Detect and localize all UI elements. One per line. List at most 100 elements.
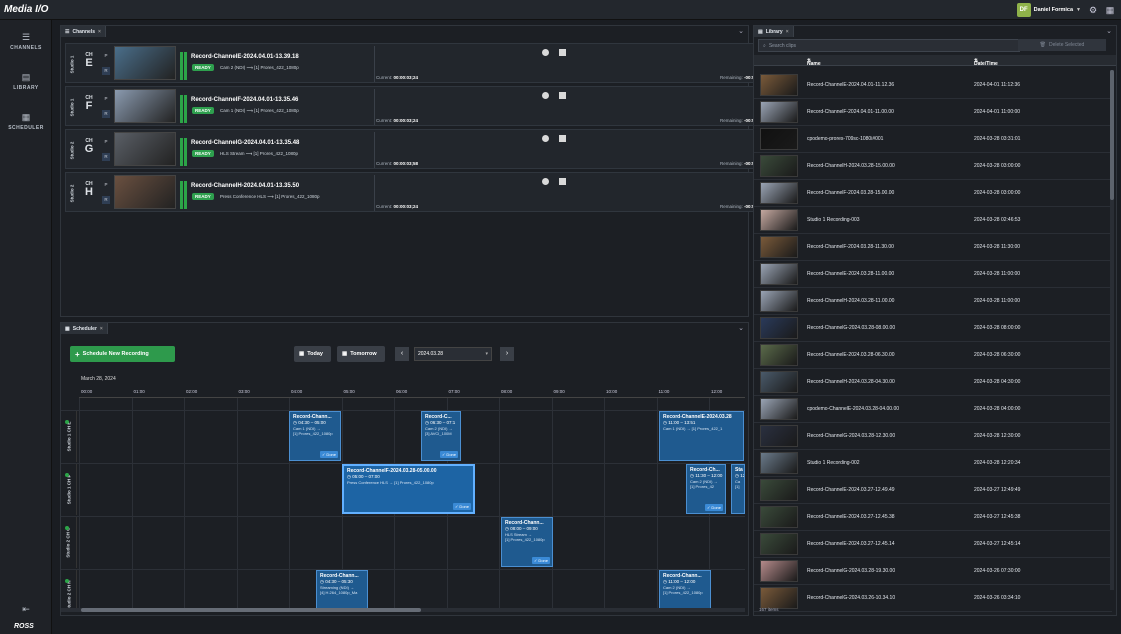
library-row[interactable]: Record-ChannelH-2024.03.28-11.00.00 2024… [754, 288, 1112, 315]
scheduled-recording[interactable]: Record-Ch... ◷ 11:30 – 12:00 Cam 2 (NDI)… [686, 464, 726, 514]
button-label: Tomorrow [350, 351, 377, 357]
clip-thumbnail [760, 209, 798, 231]
scrollbar-thumb[interactable] [1110, 70, 1114, 200]
hour-label: 10:00 [606, 389, 618, 394]
record-icon[interactable] [542, 178, 549, 185]
col-date[interactable]: Date/Time ⇅ [974, 58, 998, 67]
library-row[interactable]: Record-ChannelE-2024.03.27-12.45.38 2024… [754, 504, 1112, 531]
library-row[interactable]: Record-ChannelH-2024.03.28-15.00.00 2024… [754, 153, 1112, 180]
scheduled-recording[interactable]: Record-ChannelF-2024.03.28-05.00.00 ◷ 05… [342, 464, 475, 514]
library-row[interactable]: Record-ChannelF-2024.03.28-11.30.00 2024… [754, 234, 1112, 261]
library-row[interactable]: Record-ChannelG-2024.03.26-10.34.10 2024… [754, 585, 1112, 612]
close-icon[interactable]: × [786, 29, 789, 35]
library-row[interactable]: Record-ChannelG-2024.03.28-08.00.00 2024… [754, 315, 1112, 342]
prev-day-button[interactable]: ‹ [395, 347, 409, 361]
preview-toggle[interactable]: P [102, 138, 110, 146]
scheduled-recording[interactable]: Record-Chann... ◷ 04:30 – 05:00 Cam 1 (N… [289, 411, 341, 461]
record-icon[interactable] [542, 92, 549, 99]
close-icon[interactable]: × [98, 29, 101, 35]
hour-label: 12:00 [711, 389, 723, 394]
library-row[interactable]: Record-ChannelE-2024.03.27-12.49.49 2024… [754, 477, 1112, 504]
scheduled-recording[interactable]: Record-ChannelE-2024.03.28 ◷ 11:00 – 13:… [659, 411, 744, 461]
record-icon[interactable] [542, 49, 549, 56]
library-row[interactable]: cpodemo-prores-709sc-1080i#001 2024-03-2… [754, 126, 1112, 153]
audio-meter [180, 52, 183, 80]
library-row[interactable]: Record-ChannelF-2024.03.28-15.00.00 2024… [754, 180, 1112, 207]
search-input[interactable]: ⌕ Search clips [758, 39, 1020, 52]
clip-date: 2024-03-28 12:20:34 [974, 460, 1021, 466]
stop-icon[interactable] [559, 92, 566, 99]
button-label: Schedule New Recording [82, 351, 149, 357]
record-toggle[interactable]: R [102, 67, 110, 75]
row-divider [61, 410, 745, 411]
user-menu[interactable]: DF Daniel Formica ▼ [1016, 3, 1081, 17]
clock-icon: ◷ [663, 579, 667, 584]
tomorrow-button[interactable]: ▦ Tomorrow [337, 346, 385, 362]
tab-channels[interactable]: ☰ Channels × [61, 26, 106, 37]
delete-selected-button[interactable]: 🗑 Delete Selected [1018, 39, 1106, 51]
library-row[interactable]: Record-ChannelH-2024.03.28-04.30.00 2024… [754, 369, 1112, 396]
date-picker[interactable]: 2024.03.28 ▾ [414, 347, 492, 361]
layout-grid-icon[interactable]: ▦ [1104, 4, 1116, 16]
event-dest: [1] Prores_422_1080p [505, 537, 545, 542]
library-row[interactable]: Record-ChannelE-2024.03.27-12.45.14 2024… [754, 531, 1112, 558]
preview-toggle[interactable]: P [102, 95, 110, 103]
clip-name: Record-ChannelF-2024.04.01-11.00.00 [807, 109, 894, 115]
nav-scheduler[interactable]: ▦ SCHEDULER [0, 112, 52, 131]
horizontal-scrollbar[interactable] [61, 608, 745, 612]
scheduled-recording[interactable]: Record-Chann... ◷ 11:00 – 12:00 Cam 2 (N… [659, 570, 711, 608]
studio-label: Studio 2 [69, 184, 75, 202]
col-name[interactable]: Name ⇅ [807, 58, 821, 67]
nav-channels[interactable]: ☰ CHANNELS [0, 32, 52, 51]
gear-icon[interactable]: ⚙ [1087, 4, 1099, 16]
channel-badge: CH H [85, 181, 93, 198]
clip-name: Record-ChannelH-2024.03.28-04.30.00 [807, 379, 895, 385]
stop-icon[interactable] [559, 49, 566, 56]
library-row[interactable]: Record-ChannelG-2024.03.28-19.30.00 2024… [754, 558, 1112, 585]
collapse-icon[interactable]: ⌄ [1106, 27, 1112, 35]
today-button[interactable]: ▦ Today [294, 346, 331, 362]
next-day-button[interactable]: › [500, 347, 514, 361]
collapse-icon[interactable]: ⌄ [738, 324, 744, 332]
record-icon[interactable] [542, 135, 549, 142]
vertical-scrollbar[interactable] [1110, 70, 1114, 590]
stop-icon[interactable] [559, 135, 566, 142]
library-row[interactable]: Record-ChannelF-2024.04.01-11.00.00 2024… [754, 99, 1112, 126]
clip-thumbnail [760, 452, 798, 474]
hour-gridline [604, 398, 605, 608]
preview-toggle[interactable]: P [102, 181, 110, 189]
hour-label: 07:00 [448, 389, 460, 394]
tab-library[interactable]: ▤ Library × [754, 26, 794, 37]
close-icon[interactable]: × [100, 326, 103, 332]
library-row[interactable]: Record-ChannelE-2024.03.28-06.30.00 2024… [754, 342, 1112, 369]
preview-toggle[interactable]: P [102, 52, 110, 60]
collapse-icon[interactable]: ⌄ [738, 27, 744, 35]
clip-thumbnail [760, 317, 798, 339]
library-row[interactable]: Studio 1 Recording-002 2024-03-28 12:20:… [754, 450, 1112, 477]
status-badge: READY [192, 64, 214, 71]
library-row[interactable]: Studio 1 Recording-003 2024-03-28 02:46:… [754, 207, 1112, 234]
nav-library[interactable]: ▤ LIBRARY [0, 72, 52, 91]
library-row[interactable]: Record-ChannelE-2024.03.28-11.00.00 2024… [754, 261, 1112, 288]
tab-scheduler[interactable]: ▦ Scheduler × [61, 323, 108, 334]
scheduled-recording[interactable]: Record-C... ◷ 06:30 – 07:1 Cam 2 (NDI) →… [421, 411, 461, 461]
route-text: Press Conference HLS ⟶ [1] Prores_422_10… [220, 194, 320, 199]
done-badge: ✓ Done [319, 451, 338, 458]
record-toggle[interactable]: R [102, 110, 110, 118]
record-toggle[interactable]: R [102, 196, 110, 204]
scheduled-recording[interactable]: Record-Chann... ◷ 08:00 – 09:00 HLS Stre… [501, 517, 553, 567]
timeline-row-label: Studio 1 CH E [61, 410, 77, 462]
scheduled-recording[interactable]: Record-Chann... ◷ 04:30 – 05:30 Streamin… [316, 570, 368, 608]
record-toggle[interactable]: R [102, 153, 110, 161]
clip-thumbnail [760, 344, 798, 366]
library-row[interactable]: Record-ChannelE-2024.04.01-11.12.36 2024… [754, 72, 1112, 99]
library-row[interactable]: Record-ChannelG-2024.03.28-12.30.00 2024… [754, 423, 1112, 450]
ross-logo: ROSS [14, 623, 34, 630]
stop-icon[interactable] [559, 178, 566, 185]
scrollbar-thumb[interactable] [81, 608, 421, 612]
collapse-nav-icon[interactable]: ⇤ [0, 604, 52, 617]
scheduled-recording[interactable]: Sta ◷ 12 Ca [1] [731, 464, 745, 514]
library-row[interactable]: cpodemo-ChannelE-2024.03.28-04.00.00 202… [754, 396, 1112, 423]
divider [374, 175, 375, 211]
schedule-new-recording-button[interactable]: + Schedule New Recording [70, 346, 175, 362]
